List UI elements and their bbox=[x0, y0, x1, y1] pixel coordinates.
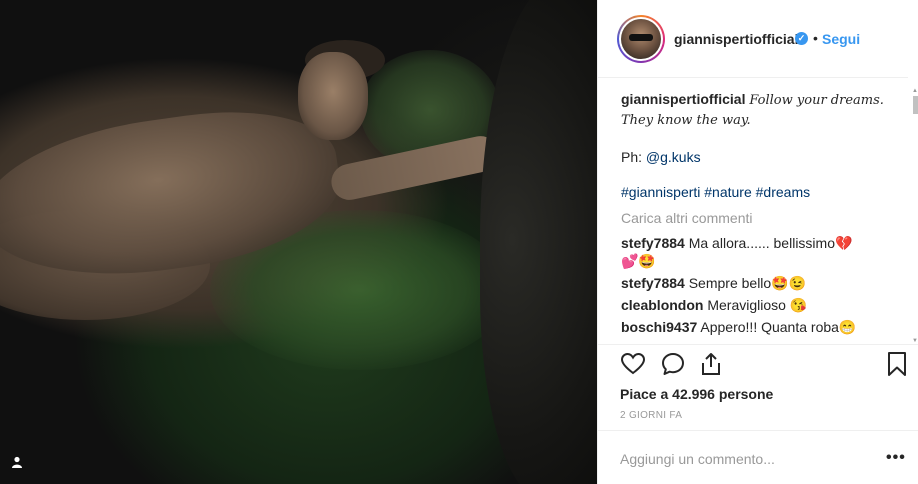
comment-username[interactable]: boschi9437 bbox=[621, 319, 697, 335]
separator-dot: • bbox=[813, 30, 818, 46]
photo-credit-label: Ph: bbox=[621, 149, 643, 165]
comments-list[interactable]: giannispertiofficial Follow your dreams.… bbox=[621, 90, 891, 340]
hashtags[interactable]: #giannisperti #nature #dreams bbox=[621, 183, 891, 201]
share-icon[interactable] bbox=[698, 351, 726, 379]
comment-text: Sempre bello🤩😉 bbox=[688, 275, 807, 291]
comment-input[interactable] bbox=[620, 451, 860, 467]
follow-button[interactable]: Segui bbox=[822, 31, 860, 47]
header-username[interactable]: giannispertiofficial bbox=[674, 31, 798, 47]
comment: stefy7884 Ma allora...... bellissimo💔 💕🤩… bbox=[621, 234, 891, 270]
photo-figure bbox=[298, 52, 368, 140]
comment-username[interactable]: stefy7884 bbox=[621, 275, 685, 291]
load-more-comments[interactable]: Carica altri commenti bbox=[621, 209, 891, 227]
comments-scrollbar[interactable]: ▲ ▼ bbox=[912, 88, 918, 344]
scroll-up-arrow-icon[interactable]: ▲ bbox=[912, 88, 918, 94]
avatar[interactable] bbox=[617, 15, 665, 63]
caption: giannispertiofficial Follow your dreams.… bbox=[621, 90, 891, 130]
comment: cleablondon Meraviglioso 😘 ♡ bbox=[621, 296, 891, 314]
post-side-panel: giannispertiofficial ✓ • Segui giannispe… bbox=[597, 0, 918, 484]
comment-bubble-icon[interactable] bbox=[660, 351, 688, 379]
more-options-icon[interactable]: ••• bbox=[886, 449, 906, 467]
verified-badge-icon: ✓ bbox=[795, 32, 808, 45]
photo-tree bbox=[480, 0, 597, 484]
post-photo[interactable] bbox=[0, 0, 597, 484]
comment-username[interactable]: stefy7884 bbox=[621, 235, 685, 251]
caption-username[interactable]: giannispertiofficial bbox=[621, 91, 745, 107]
photo-credit-link[interactable]: @g.kuks bbox=[646, 149, 701, 165]
post-header: giannispertiofficial ✓ • Segui bbox=[598, 0, 908, 78]
like-heart-icon[interactable] bbox=[620, 351, 648, 379]
action-bar bbox=[598, 344, 918, 384]
like-count[interactable]: Piace a 42.996 persone bbox=[620, 386, 773, 402]
comment-text: Meraviglioso 😘 bbox=[707, 297, 808, 313]
add-comment-bar: ••• bbox=[598, 430, 918, 484]
scroll-thumb[interactable] bbox=[913, 96, 918, 114]
comment-text: Appero!!! Quanta roba😁 bbox=[700, 319, 857, 335]
post-timestamp[interactable]: 2 GIORNI FA bbox=[620, 410, 682, 421]
comment: stefy7884 Sempre bello🤩😉 ♡ bbox=[621, 274, 891, 292]
comment-username[interactable]: cleablondon bbox=[621, 297, 703, 313]
bookmark-icon[interactable] bbox=[884, 351, 912, 379]
comment: boschi9437 Appero!!! Quanta roba😁 ♡ bbox=[621, 318, 891, 336]
photo-credit: Ph: @g.kuks bbox=[621, 148, 891, 166]
person-icon[interactable] bbox=[10, 456, 24, 470]
